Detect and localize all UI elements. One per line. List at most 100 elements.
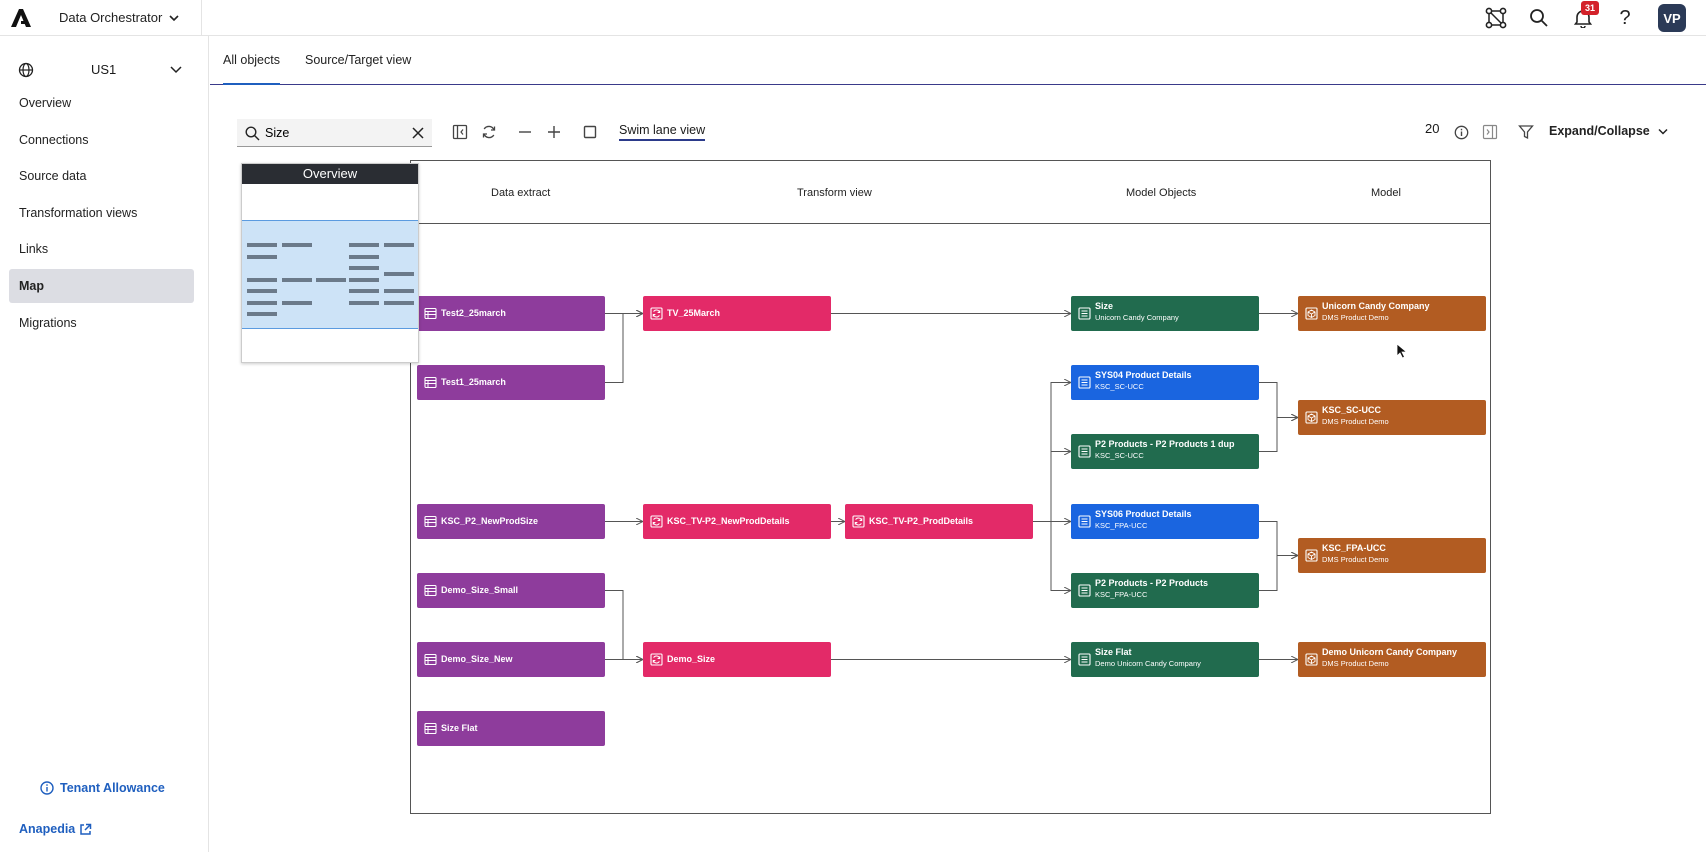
node-title: TV_25March — [667, 308, 721, 318]
zoom-out-icon[interactable] — [515, 122, 535, 142]
close-icon[interactable] — [411, 126, 425, 140]
lineage-node[interactable]: Demo Unicorn Candy Company DMS Product De… — [1298, 642, 1486, 677]
node-title: Unicorn Candy Company — [1322, 301, 1430, 311]
node-type-icon — [424, 376, 437, 389]
search-input[interactable] — [265, 123, 405, 143]
refresh-icon[interactable] — [479, 122, 499, 142]
lineage-node[interactable]: Test1_25march — [417, 365, 605, 400]
app-logo-icon[interactable] — [10, 8, 32, 28]
sidebar-item-source-data[interactable]: Source data — [9, 159, 194, 193]
node-title: Demo_Size — [667, 654, 716, 664]
node-type-icon — [1078, 515, 1091, 528]
chevron-down-icon[interactable] — [1658, 128, 1668, 136]
app-title[interactable]: Data Orchestrator — [59, 10, 162, 25]
node-title: Demo Unicorn Candy Company — [1322, 647, 1458, 657]
lineage-node[interactable]: KSC_FPA-UCC DMS Product Demo — [1298, 538, 1486, 573]
notification-badge: 31 — [1581, 1, 1599, 15]
info-icon[interactable] — [1451, 122, 1471, 142]
node-title: SYS06 Product Details — [1095, 509, 1192, 519]
lineage-node[interactable]: Demo_Size_New — [417, 642, 605, 677]
fit-to-screen-icon[interactable] — [580, 122, 600, 142]
node-title: Size Flat — [1095, 647, 1132, 657]
sidebar-item-connections[interactable]: Connections — [9, 123, 194, 157]
sidebar-item-migrations[interactable]: Migrations — [9, 306, 194, 340]
lineage-node[interactable]: KSC_TV-P2_NewProdDetails — [643, 504, 831, 539]
globe-icon — [18, 62, 34, 78]
search-icon[interactable] — [1527, 6, 1551, 30]
help-icon[interactable]: ? — [1613, 6, 1637, 30]
node-title: KSC_SC-UCC — [1322, 405, 1382, 415]
sidebar-item-links[interactable]: Links — [9, 232, 194, 266]
divider — [201, 0, 202, 36]
node-title: Demo_Size_New — [441, 654, 513, 664]
lineage-node[interactable]: P2 Products - P2 Products KSC_FPA-UCC — [1071, 573, 1259, 608]
view-tabs: All objects Source/Target view — [210, 36, 1706, 85]
node-title: Size — [1095, 301, 1114, 311]
side-panel-icon[interactable] — [1480, 122, 1500, 142]
overview-minimap[interactable]: Overview — [241, 163, 419, 363]
sidebar-item-overview[interactable]: Overview — [9, 86, 194, 120]
lineage-node[interactable]: KSC_SC-UCC DMS Product Demo — [1298, 400, 1486, 435]
node-type-icon — [650, 307, 663, 320]
anapedia-label: Anapedia — [19, 822, 76, 836]
node-subtitle: DMS Product Demo — [1322, 659, 1389, 668]
top-bar: Data Orchestrator 31 ? VP — [0, 0, 1706, 36]
swim-lane-canvas[interactable]: Data extract Transform view Model Object… — [410, 160, 1491, 814]
lineage-node[interactable]: KSC_P2_NewProdSize — [417, 504, 605, 539]
node-subtitle: KSC_FPA-UCC — [1095, 590, 1148, 599]
zoom-in-icon[interactable] — [544, 122, 564, 142]
node-type-icon — [424, 307, 437, 320]
lineage-node[interactable]: Size Unicorn Candy Company — [1071, 296, 1259, 331]
lineage-edge — [1033, 452, 1070, 522]
lineage-node[interactable]: KSC_TV-P2_ProdDetails — [845, 504, 1033, 539]
sidebar-nav: Overview Connections Source data Transfo… — [9, 86, 194, 342]
info-icon — [40, 781, 54, 795]
toggle-panel-icon[interactable] — [450, 122, 470, 142]
lineage-node[interactable]: P2 Products - P2 Products 1 dup KSC_SC-UC… — [1071, 434, 1259, 469]
tab-all-objects[interactable]: All objects — [223, 36, 280, 85]
node-title: P2 Products - P2 Products — [1095, 578, 1209, 588]
node-subtitle: KSC_SC-UCC — [1095, 382, 1144, 391]
lineage-node[interactable]: TV_25March — [643, 296, 831, 331]
search-box — [237, 119, 432, 147]
lineage-node[interactable]: Size Flat Demo Unicorn Candy Company — [1071, 642, 1259, 677]
node-subtitle: Demo Unicorn Candy Company — [1095, 659, 1201, 668]
filter-icon[interactable] — [1516, 122, 1536, 142]
lineage-edge — [1033, 521, 1070, 591]
chevron-down-icon — [170, 66, 182, 74]
lineage-node[interactable]: SYS06 Product Details KSC_FPA-UCC — [1071, 504, 1259, 539]
node-subtitle: KSC_FPA-UCC — [1095, 521, 1148, 530]
node-title: KSC_TV-P2_NewProdDetails — [667, 516, 790, 526]
overview-title: Overview — [242, 164, 418, 184]
external-link-icon — [80, 823, 92, 835]
anapedia-link[interactable]: Anapedia — [19, 822, 92, 836]
lineage-edge — [1259, 521, 1297, 556]
sidebar: US1 Overview Connections Source data Tra… — [0, 36, 209, 852]
sidebar-item-map[interactable]: Map — [9, 268, 194, 303]
node-type-icon — [1078, 653, 1091, 666]
node-type-icon — [1305, 549, 1318, 562]
avatar[interactable]: VP — [1658, 4, 1686, 32]
node-subtitle: Unicorn Candy Company — [1095, 313, 1179, 322]
lineage-node[interactable]: Unicorn Candy Company DMS Product Demo — [1298, 296, 1486, 331]
overview-viewport[interactable] — [242, 220, 418, 329]
node-type-icon — [650, 653, 663, 666]
node-type-icon — [1305, 307, 1318, 320]
lineage-node[interactable]: Demo_Size — [643, 642, 831, 677]
expand-collapse-dropdown[interactable]: Expand/Collapse — [1549, 124, 1650, 138]
graph-network-icon[interactable] — [1484, 6, 1508, 30]
chevron-down-icon[interactable] — [169, 13, 179, 23]
sidebar-item-transformation-views[interactable]: Transformation views — [9, 196, 194, 230]
tab-source-target-view[interactable]: Source/Target view — [305, 36, 411, 85]
node-title: Demo_Size_Small — [441, 585, 519, 595]
lineage-node[interactable]: Demo_Size_Small — [417, 573, 605, 608]
tenant-allowance-link[interactable]: Tenant Allowance — [40, 781, 165, 795]
lineage-node[interactable]: SYS04 Product Details KSC_SC-UCC — [1071, 365, 1259, 400]
node-type-icon — [424, 653, 437, 666]
lineage-node[interactable]: Size Flat — [417, 711, 605, 746]
region-selector[interactable]: US1 — [18, 58, 188, 82]
node-type-icon — [424, 515, 437, 528]
overview-thumbnail — [247, 243, 414, 316]
lineage-node[interactable]: Test2_25march — [417, 296, 605, 331]
swim-lane-view-toggle[interactable]: Swim lane view — [619, 123, 706, 141]
